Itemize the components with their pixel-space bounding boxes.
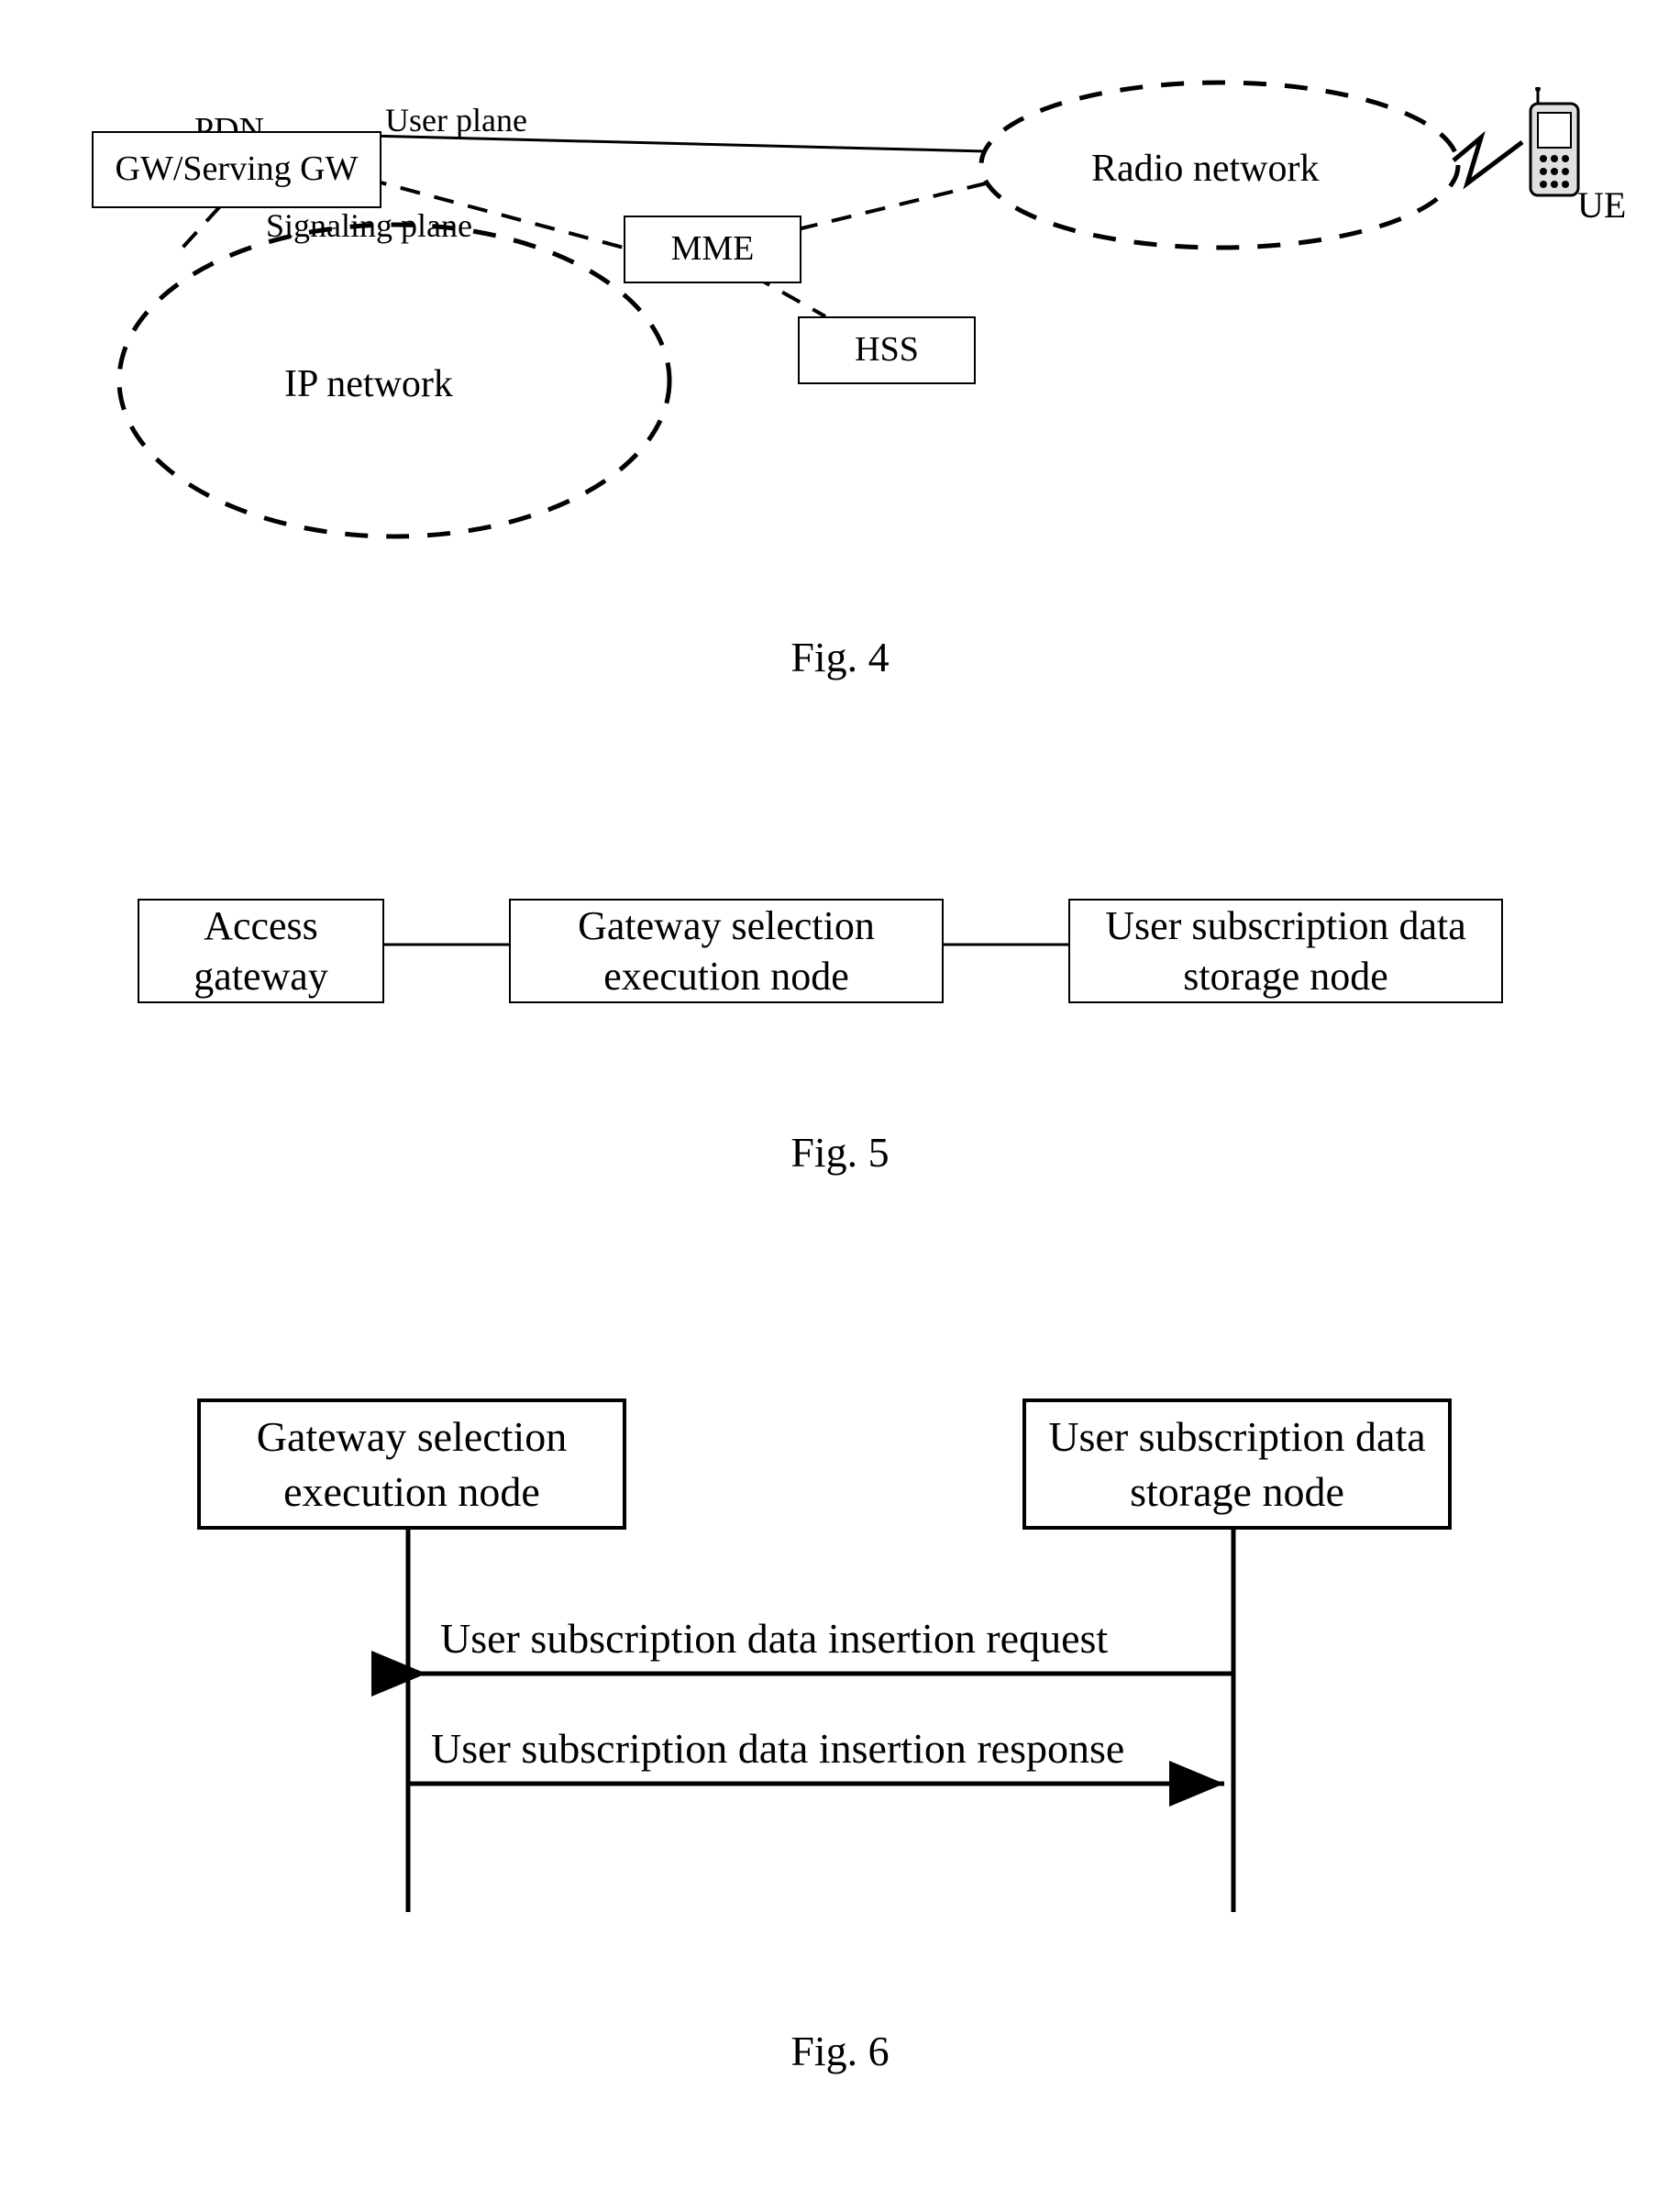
radio-network-label: Radio network	[1091, 147, 1319, 191]
mme-box: MME	[624, 216, 801, 283]
user-sub-storage-box-fig5: User subscription data storage node	[1068, 899, 1503, 1003]
gw-sel-exec-label-fig5: Gateway selection execution node	[511, 901, 942, 1001]
signaling-plane-label: Signaling plane	[266, 206, 472, 245]
fig6-svg	[0, 1398, 1680, 1930]
ue-label: UE	[1577, 183, 1626, 227]
fig6-caption: Fig. 6	[748, 2027, 932, 2075]
access-gateway-box: Access gateway	[138, 899, 384, 1003]
gw-sel-exec-box-fig5: Gateway selection execution node	[509, 899, 944, 1003]
msg-response-label: User subscription data insertion respons…	[431, 1724, 1124, 1773]
ip-network-label: IP network	[284, 362, 453, 406]
access-gateway-label: Access gateway	[139, 901, 382, 1001]
mme-label: MME	[671, 227, 755, 271]
msg-request-label: User subscription data insertion request	[440, 1614, 1108, 1663]
user-sub-storage-label-fig5: User subscription data storage node	[1070, 901, 1501, 1001]
hss-label: HSS	[855, 328, 919, 372]
page: PDN GW/Serving GW User plane Signaling p…	[0, 0, 1680, 2200]
hss-box: HSS	[798, 316, 976, 384]
gw-box: GW/Serving GW	[92, 131, 381, 208]
fig4-caption: Fig. 4	[748, 633, 932, 681]
fig5-caption: Fig. 5	[748, 1128, 932, 1177]
gw-box-label: GW/Serving GW	[116, 148, 359, 192]
user-plane-label: User plane	[385, 101, 527, 139]
